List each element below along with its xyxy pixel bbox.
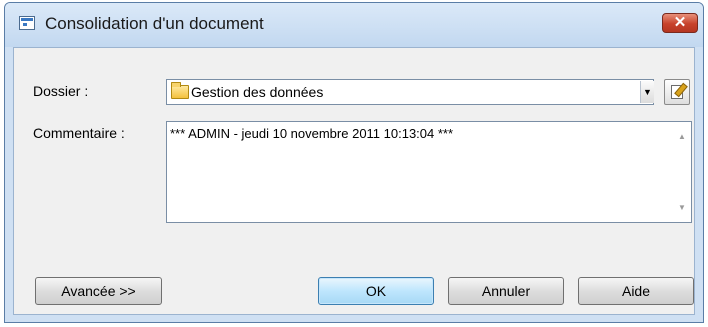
- help-button[interactable]: Aide: [578, 277, 694, 305]
- dropdown-arrow-icon[interactable]: ▼: [640, 81, 654, 103]
- folder-label: Dossier :: [33, 83, 89, 99]
- comment-text: *** ADMIN - jeudi 10 novembre 2011 10:13…: [170, 126, 454, 141]
- folder-value: Gestion des données: [191, 84, 324, 100]
- dialog-title: Consolidation d'un document: [45, 14, 264, 33]
- folder-select[interactable]: Gestion des données: [166, 79, 654, 105]
- folder-properties-button[interactable]: [664, 79, 690, 105]
- ok-button[interactable]: OK: [318, 277, 434, 305]
- cancel-button[interactable]: Annuler: [448, 277, 564, 305]
- title-bar[interactable]: Consolidation d'un document ✕: [5, 3, 703, 47]
- comment-textarea[interactable]: *** ADMIN - jeudi 10 novembre 2011 10:13…: [166, 121, 692, 223]
- dialog-window: Consolidation d'un document ✕ Dossier : …: [4, 2, 704, 323]
- advanced-button[interactable]: Avancée >>: [35, 277, 162, 305]
- scroll-up-icon[interactable]: ▲: [677, 132, 687, 141]
- dialog-body: Dossier : Gestion des données ▼ Commenta…: [13, 47, 695, 315]
- close-button[interactable]: ✕: [662, 13, 698, 33]
- folder-icon: [171, 82, 189, 99]
- comment-label: Commentaire :: [33, 125, 125, 141]
- app-window-icon: [19, 16, 35, 30]
- scroll-down-icon[interactable]: ▼: [677, 203, 687, 212]
